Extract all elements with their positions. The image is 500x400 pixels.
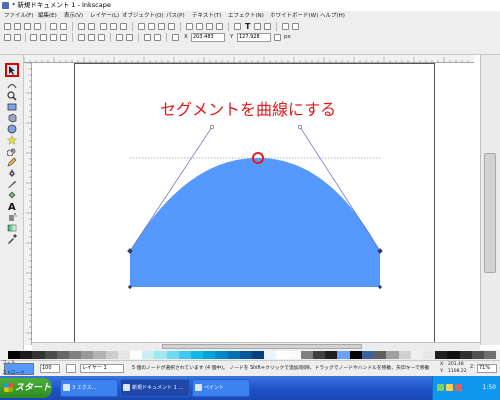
palette-swatch[interactable] <box>386 351 399 359</box>
horizontal-scrollbar[interactable] <box>32 342 480 350</box>
taskbar-item-paint[interactable]: ペイント <box>192 379 250 397</box>
palette-swatch[interactable] <box>300 351 314 359</box>
palette-swatch[interactable] <box>398 351 411 359</box>
palette-swatch[interactable] <box>130 351 143 359</box>
zoom-field[interactable]: 71% <box>477 364 497 373</box>
palette-swatch[interactable] <box>154 351 167 359</box>
palette-swatch[interactable] <box>361 351 375 359</box>
layer-visibility-icon[interactable] <box>66 364 76 373</box>
palette-swatch[interactable] <box>483 351 497 359</box>
scroll-thumb[interactable] <box>162 344 362 349</box>
palette-swatch[interactable] <box>32 351 45 359</box>
palette-swatch[interactable] <box>276 351 289 359</box>
palette-swatch[interactable] <box>20 351 33 359</box>
cursor-x-label: X: <box>440 362 445 367</box>
palette-swatch[interactable] <box>203 351 216 359</box>
palette-swatch[interactable] <box>178 351 192 359</box>
windows-taskbar: スタート 3 エクス… 新規ドキュメント 1 … ペイント 1:50 <box>0 376 500 400</box>
cursor-y-label: Y: <box>440 369 444 374</box>
cursor-x-value: 201.48 <box>448 362 464 367</box>
curved-shape[interactable] <box>130 158 380 287</box>
palette-swatch[interactable] <box>239 351 253 359</box>
network-icon[interactable] <box>437 384 444 391</box>
palette-swatch[interactable] <box>44 351 57 359</box>
status-message: 5 個のノードが選択されています (4 個中)。 ノードを Shift+クリック… <box>132 366 430 371</box>
palette-swatch[interactable] <box>471 351 484 359</box>
palette-swatch[interactable] <box>93 351 106 359</box>
layer-dropdown[interactable]: レイヤー 1 <box>80 364 124 373</box>
palette-swatch[interactable] <box>435 351 448 359</box>
palette-swatch[interactable] <box>8 351 21 359</box>
palette-swatch[interactable] <box>313 351 326 359</box>
palette-swatch[interactable] <box>227 351 240 359</box>
palette-swatch[interactable] <box>252 351 265 359</box>
status-bar: フィル ストローク 100 レイヤー 1 5 個のノードが選択されています (4… <box>0 360 500 376</box>
palette-swatch[interactable] <box>349 351 362 359</box>
inkscape-icon <box>123 384 130 391</box>
palette-swatch[interactable] <box>69 351 82 359</box>
palette-swatch[interactable] <box>117 351 131 359</box>
security-icon[interactable] <box>455 384 462 391</box>
node-edit-drawing <box>127 124 383 290</box>
zoom-label: Z: <box>470 365 475 370</box>
paint-icon <box>195 384 202 391</box>
palette-swatch[interactable] <box>142 351 155 359</box>
windows-logo-icon <box>4 383 13 392</box>
volume-icon[interactable] <box>446 384 453 391</box>
cursor-y-value: 1108.22 <box>448 369 467 374</box>
color-palette <box>0 350 500 360</box>
right-handle-knob[interactable] <box>297 124 303 130</box>
palette-swatch[interactable] <box>374 351 387 359</box>
palette-swatch[interactable] <box>56 351 70 359</box>
palette-swatch[interactable] <box>422 351 436 359</box>
palette-swatch[interactable] <box>337 351 350 359</box>
palette-swatch[interactable] <box>459 351 472 359</box>
vertical-scrollbar[interactable] <box>480 55 500 345</box>
task-label: 新規ドキュメント 1 … <box>132 385 184 391</box>
annotation-text: セグメントを曲線にする <box>160 100 337 119</box>
palette-swatch[interactable] <box>264 351 277 359</box>
palette-swatch[interactable] <box>105 351 118 359</box>
palette-swatch[interactable] <box>215 351 228 359</box>
left-handle-knob[interactable] <box>209 124 215 130</box>
task-label: ペイント <box>204 385 225 391</box>
folder-icon <box>63 384 70 391</box>
palette-swatch[interactable] <box>166 351 179 359</box>
opacity-field[interactable]: 100 <box>40 364 60 373</box>
palette-swatch[interactable] <box>191 351 204 359</box>
start-button[interactable]: スタート <box>0 378 52 398</box>
start-label: スタート <box>15 383 52 393</box>
palette-swatch[interactable] <box>447 351 460 359</box>
palette-swatch[interactable] <box>288 351 301 359</box>
taskbar-item-inkscape[interactable]: 新規ドキュメント 1 … <box>120 379 190 397</box>
clock: 1:50 <box>482 384 496 391</box>
palette-swatch[interactable] <box>325 351 338 359</box>
palette-swatch[interactable] <box>81 351 94 359</box>
system-tray: 1:50 <box>432 376 500 400</box>
taskbar-item-explorer[interactable]: 3 エクス… <box>60 379 118 397</box>
task-label: 3 エクス… <box>72 385 97 391</box>
scroll-thumb[interactable] <box>484 153 496 273</box>
palette-swatch[interactable] <box>410 351 423 359</box>
